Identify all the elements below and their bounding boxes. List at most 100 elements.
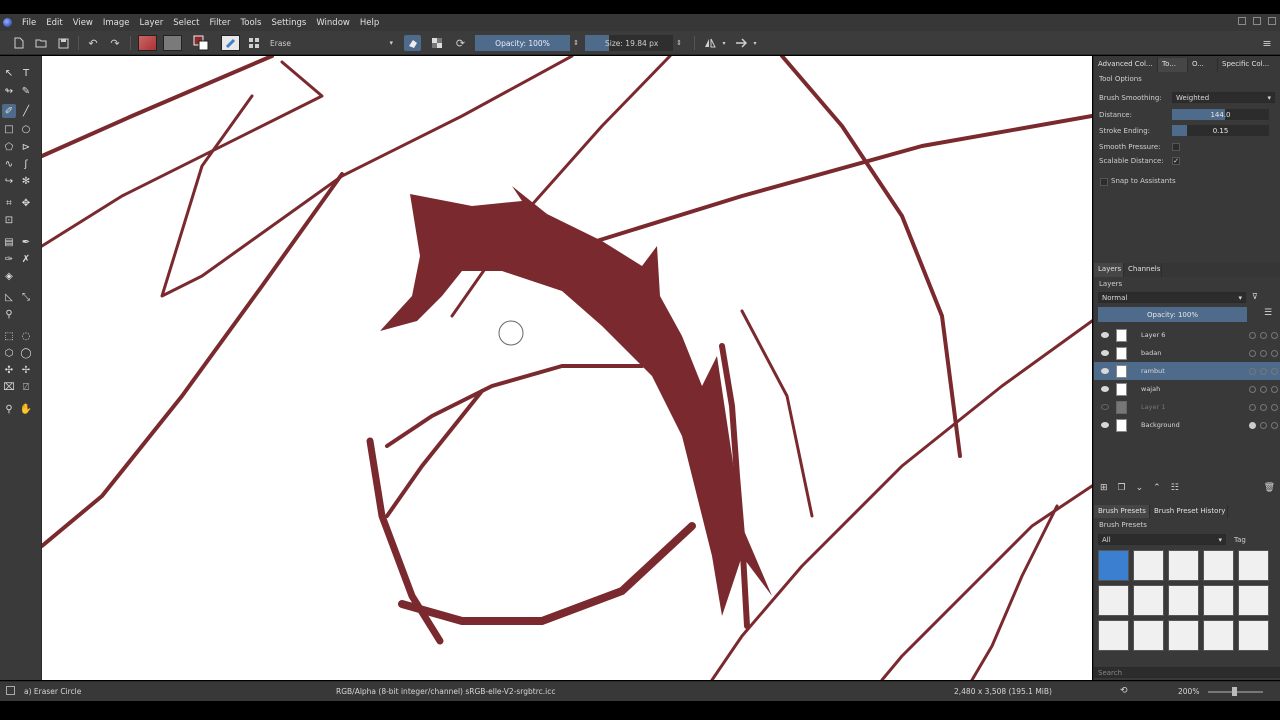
tab-advanced-color[interactable]: Advanced Col...: [1094, 58, 1158, 72]
tab-overview[interactable]: O...: [1188, 58, 1218, 72]
menu-file[interactable]: File: [17, 18, 41, 28]
preset-item[interactable]: [1238, 585, 1269, 616]
tag-label[interactable]: Tag: [1234, 536, 1246, 544]
tab-specific-color[interactable]: Specific Col...: [1218, 58, 1280, 72]
menu-view[interactable]: View: [68, 18, 98, 28]
line-tool-icon[interactable]: ╱: [19, 104, 33, 118]
restore-icon[interactable]: [1253, 17, 1261, 25]
duplicate-layer-icon[interactable]: ❐: [1118, 483, 1126, 493]
close-icon[interactable]: [1268, 17, 1276, 25]
open-folder-icon[interactable]: [34, 35, 48, 51]
preset-item[interactable]: [1203, 620, 1234, 651]
alpha-icon[interactable]: [1260, 367, 1267, 375]
ellipse-select-icon[interactable]: ◌: [19, 329, 33, 343]
snap-to-assistants-checkbox[interactable]: [1100, 178, 1108, 186]
contiguous-select-icon[interactable]: ✣: [2, 363, 16, 377]
new-document-icon[interactable]: [12, 35, 26, 51]
alpha-lock-icon[interactable]: [428, 35, 445, 51]
menu-window[interactable]: Window: [311, 18, 355, 28]
gradient-tool-icon[interactable]: ▤: [2, 235, 16, 249]
polyline-tool-icon[interactable]: ⊳: [19, 140, 33, 154]
visibility-icon[interactable]: [1101, 350, 1109, 356]
gradient-selector-icon[interactable]: [138, 35, 157, 51]
zoom-slider-handle[interactable]: [1232, 687, 1237, 696]
visibility-icon[interactable]: [1101, 422, 1109, 428]
hidden-visibility-icon[interactable]: [1101, 404, 1109, 410]
preset-search-input[interactable]: Search: [1094, 667, 1280, 678]
menu-layer[interactable]: Layer: [135, 18, 169, 28]
visibility-icon[interactable]: [1101, 332, 1109, 338]
inherit-alpha-icon[interactable]: [1271, 403, 1278, 411]
layer-row[interactable]: badan: [1094, 344, 1280, 362]
alpha-icon[interactable]: [1260, 403, 1267, 411]
distance-slider[interactable]: 144.0: [1172, 109, 1269, 120]
preset-item[interactable]: [1168, 550, 1199, 581]
brush-preset-icon[interactable]: [221, 35, 240, 51]
polygon-select-icon[interactable]: ⬡: [2, 346, 16, 360]
inherit-alpha-icon[interactable]: [1271, 421, 1278, 429]
undo-icon[interactable]: ↶: [86, 35, 100, 51]
inherit-alpha-icon[interactable]: [1271, 367, 1278, 375]
alpha-icon[interactable]: [1260, 349, 1267, 357]
zoom-level[interactable]: 200%: [1178, 687, 1199, 696]
calligraphy-icon[interactable]: ✎: [19, 84, 33, 98]
tab-channels[interactable]: Channels: [1124, 263, 1162, 277]
blend-mode-dropdown[interactable]: Erase ▾: [266, 35, 396, 51]
drawing-canvas[interactable]: [42, 56, 1092, 680]
chevron-down-icon[interactable]: ▾: [752, 35, 758, 51]
freehand-brush-icon[interactable]: ✐: [2, 104, 16, 118]
magnetic-select-icon[interactable]: ⍁: [19, 380, 33, 394]
reload-preset-icon[interactable]: ⟳: [452, 35, 469, 51]
lock-icon[interactable]: [1249, 331, 1256, 339]
inherit-alpha-icon[interactable]: [1271, 331, 1278, 339]
alpha-icon[interactable]: [1260, 421, 1267, 429]
polygon-tool-icon[interactable]: ⬠: [2, 140, 16, 154]
preset-item[interactable]: [1133, 550, 1164, 581]
measure-tool-icon[interactable]: ⤡: [19, 290, 33, 304]
alpha-icon[interactable]: [1260, 385, 1267, 393]
alpha-icon[interactable]: [1260, 331, 1267, 339]
tab-layers[interactable]: Layers: [1094, 263, 1124, 277]
preset-item[interactable]: [1203, 585, 1234, 616]
preset-item[interactable]: [1098, 585, 1129, 616]
inherit-alpha-icon[interactable]: [1271, 349, 1278, 357]
preset-item[interactable]: [1238, 620, 1269, 651]
color-swatch-icon[interactable]: [192, 35, 210, 51]
brush-smoothing-dropdown[interactable]: Weighted ▾: [1172, 92, 1275, 103]
visibility-icon[interactable]: [1101, 386, 1109, 392]
lock-icon[interactable]: [1249, 349, 1256, 357]
bezier-tool-icon[interactable]: ∿: [2, 157, 16, 171]
menu-select[interactable]: Select: [168, 18, 204, 28]
freehand-path-icon[interactable]: ʃ: [19, 157, 33, 171]
preset-item[interactable]: [1168, 585, 1199, 616]
preset-item[interactable]: [1203, 550, 1234, 581]
preset-item[interactable]: [1168, 620, 1199, 651]
visibility-icon[interactable]: [1101, 368, 1109, 374]
tab-brush-preset-history[interactable]: Brush Preset History: [1150, 505, 1228, 518]
preset-item[interactable]: [1133, 585, 1164, 616]
layer-row[interactable]: Background: [1094, 416, 1280, 434]
layer-row[interactable]: Layer 6: [1094, 326, 1280, 344]
layer-row-selected[interactable]: rambut: [1094, 362, 1280, 380]
chevron-down-icon[interactable]: ▾: [721, 35, 727, 51]
fill-tool-icon[interactable]: ◈: [2, 269, 16, 283]
layer-properties-icon[interactable]: ☰: [1264, 308, 1272, 318]
layer-settings-icon[interactable]: ☷: [1171, 483, 1179, 493]
select-shapes-icon[interactable]: ↖: [2, 66, 16, 80]
text-tool-icon[interactable]: T: [19, 66, 33, 80]
lock-icon[interactable]: [1249, 403, 1256, 411]
crop-tool-icon[interactable]: ⌗: [2, 196, 16, 210]
zoom-tool-icon[interactable]: ⚲: [2, 402, 16, 416]
preset-item[interactable]: [1238, 550, 1269, 581]
reference-tool-icon[interactable]: ⚲: [2, 307, 16, 321]
move-down-icon[interactable]: ⌄: [1136, 483, 1144, 493]
menu-tools[interactable]: Tools: [236, 18, 267, 28]
scalable-distance-checkbox[interactable]: ✓: [1172, 157, 1180, 165]
smooth-pressure-checkbox[interactable]: [1172, 143, 1180, 151]
pan-tool-icon[interactable]: ✋: [19, 402, 33, 416]
menu-image[interactable]: Image: [98, 18, 135, 28]
inherit-alpha-icon[interactable]: [1271, 385, 1278, 393]
size-slider[interactable]: Size: 19.84 px: [585, 35, 673, 51]
similar-select-icon[interactable]: ✢: [19, 363, 33, 377]
delete-layer-icon[interactable]: 🗑: [1264, 483, 1275, 493]
